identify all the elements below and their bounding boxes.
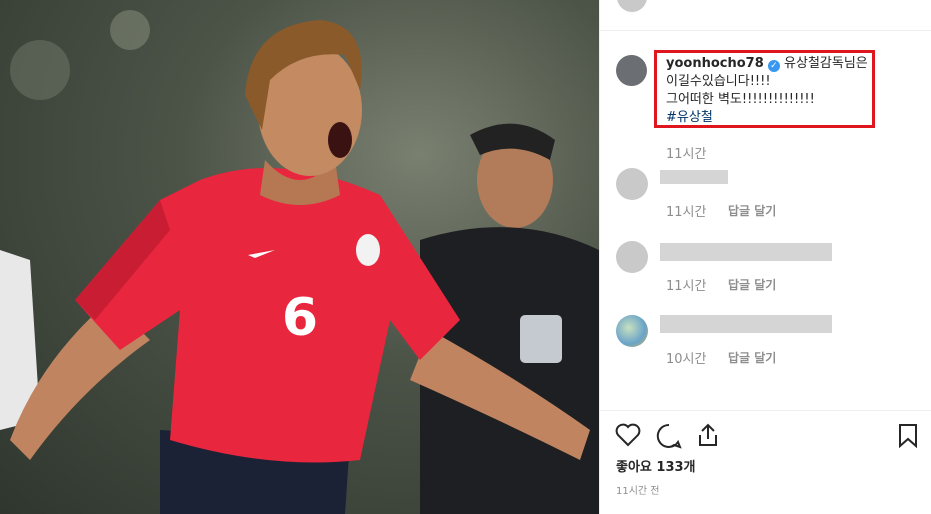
- like-count[interactable]: 좋아요 133개: [616, 456, 696, 475]
- comment-text-redacted: [660, 315, 832, 333]
- caption-time: 11시간: [666, 147, 707, 162]
- caption-highlight-box: [654, 50, 875, 128]
- reply-button[interactable]: 답글 달기: [728, 202, 776, 219]
- comment-time: 11시간: [666, 279, 707, 294]
- player-illustration: 6: [0, 10, 599, 514]
- comment-text-redacted: [660, 170, 728, 184]
- commenter-avatar[interactable]: [616, 168, 648, 200]
- comment-text-redacted: [660, 243, 832, 261]
- reply-button[interactable]: 답글 달기: [728, 349, 776, 366]
- divider: [600, 410, 931, 411]
- comment-time: 11시간: [666, 205, 707, 220]
- author-avatar[interactable]: [616, 55, 647, 86]
- post-timestamp: 11시간 전: [616, 486, 660, 497]
- commenter-avatar[interactable]: [616, 315, 648, 347]
- comment-icon[interactable]: [656, 423, 682, 449]
- divider: [600, 30, 931, 31]
- share-icon[interactable]: [697, 423, 719, 447]
- bookmark-icon[interactable]: [897, 423, 919, 449]
- jersey-number: 6: [282, 288, 318, 348]
- heart-icon[interactable]: [615, 423, 641, 447]
- post-photo[interactable]: 6: [0, 0, 599, 514]
- reply-button[interactable]: 답글 달기: [728, 276, 776, 293]
- comment-time: 10시간: [666, 352, 707, 367]
- commenter-avatar[interactable]: [616, 241, 648, 273]
